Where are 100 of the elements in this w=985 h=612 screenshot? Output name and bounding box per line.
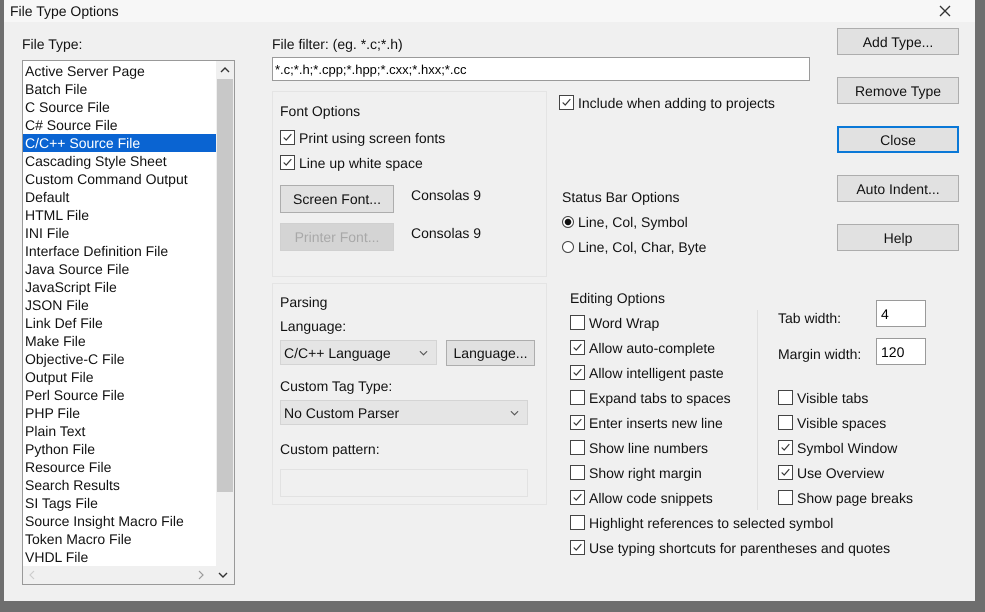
checkbox[interactable] (570, 540, 585, 555)
checkbox[interactable] (778, 390, 793, 405)
checkbox[interactable] (570, 440, 585, 455)
language-dropdown[interactable]: C/C++ Language (280, 340, 437, 365)
checkbox[interactable] (570, 390, 585, 405)
checkmark-icon (572, 492, 583, 503)
list-item[interactable]: Objective-C File (23, 350, 216, 368)
list-item[interactable]: Make File (23, 332, 216, 350)
list-item[interactable]: JSON File (23, 296, 216, 314)
checkbox[interactable] (570, 365, 585, 380)
checkmark-icon (572, 417, 583, 428)
checkmark-icon (572, 367, 583, 378)
dropdown-caret-icon (419, 350, 428, 356)
list-item[interactable]: PHP File (23, 404, 216, 422)
checkbox[interactable] (570, 465, 585, 480)
list-item[interactable]: Token Macro File (23, 530, 216, 548)
language-label: Language: (280, 318, 348, 334)
checkbox[interactable] (280, 155, 295, 170)
list-item[interactable]: Python File (23, 440, 216, 458)
horizontal-scrollbar[interactable] (23, 566, 234, 584)
checkbox-label: Visible spaces (797, 414, 886, 430)
checkbox-label: Enter inserts new line (589, 414, 723, 430)
number-field[interactable]: 120 (876, 338, 926, 365)
list-item[interactable]: Default (23, 188, 216, 206)
list-item[interactable]: Plain Text (23, 422, 216, 440)
checkbox[interactable] (778, 415, 793, 430)
list-item[interactable]: Output File (23, 368, 216, 386)
list-item[interactable]: C/C++ Source File (23, 134, 216, 152)
checkbox[interactable] (570, 490, 585, 505)
radio-label: Line, Col, Char, Byte (578, 238, 706, 254)
dropdown-caret-icon (510, 410, 519, 416)
checkbox-label: Print using screen fonts (299, 130, 446, 146)
dialog-button[interactable]: Remove Type (837, 77, 959, 104)
radio-button[interactable] (562, 216, 574, 228)
field-label: Tab width: (778, 310, 842, 326)
number-field[interactable]: 4 (876, 300, 926, 327)
list-item[interactable]: Java Source File (23, 260, 216, 278)
file-filter-label: File filter: (eg. *.c;*.h) (272, 36, 404, 52)
checkbox-label: Show right margin (589, 464, 702, 480)
checkbox-label: Use Overview (797, 464, 884, 480)
list-item[interactable]: SI Tags File (23, 494, 216, 512)
checkbox-label: Line up white space (299, 154, 423, 170)
checkmark-icon (780, 467, 791, 478)
checkbox[interactable] (778, 490, 793, 505)
list-item[interactable]: Source Insight Macro File (23, 512, 216, 530)
font-name: Consolas 9 (411, 225, 482, 241)
list-item[interactable]: Perl Source File (23, 386, 216, 404)
custom-tag-dropdown[interactable]: No Custom Parser (280, 400, 528, 425)
list-item[interactable]: C Source File (23, 98, 216, 116)
checkbox-label: Show line numbers (589, 440, 708, 456)
dialog-button[interactable]: Help (837, 224, 959, 251)
list-item[interactable]: INI File (23, 224, 216, 242)
group-title: Parsing (280, 294, 328, 310)
list-item[interactable]: Search Results (23, 476, 216, 494)
file-type-label: File Type: (22, 36, 84, 52)
checkbox-label: Include when adding to projects (578, 94, 775, 110)
checkbox[interactable] (570, 415, 585, 430)
checkbox-label: Allow intelligent paste (589, 364, 724, 380)
list-item[interactable]: Custom Command Output (23, 170, 216, 188)
list-item[interactable]: VHDL File (23, 548, 216, 566)
file-filter-field[interactable]: *.c;*.h;*.cpp;*.hpp;*.cxx;*.hxx;*.cc (272, 57, 810, 81)
dialog-button[interactable]: Add Type... (837, 28, 959, 55)
checkbox-label: Visible tabs (797, 390, 868, 406)
checkbox[interactable] (559, 95, 574, 110)
checkbox[interactable] (570, 515, 585, 530)
list-item[interactable]: Active Server Page (23, 62, 216, 80)
checkbox-label: Expand tabs to spaces (589, 390, 731, 406)
list-item[interactable]: Batch File (23, 80, 216, 98)
dialog-button[interactable]: Auto Indent... (837, 175, 959, 202)
checkbox[interactable] (778, 440, 793, 455)
checkbox[interactable] (570, 340, 585, 355)
checkmark-icon (572, 342, 583, 353)
dialog-button[interactable]: Close (837, 126, 959, 153)
checkbox[interactable] (570, 315, 585, 330)
font-button[interactable]: Screen Font... (280, 185, 394, 213)
checkbox[interactable] (280, 130, 295, 145)
checkmark-icon (572, 542, 583, 553)
checkmark-icon (282, 132, 293, 143)
language-button[interactable]: Language... (446, 340, 535, 366)
list-item[interactable]: HTML File (23, 206, 216, 224)
checkbox-label: Word Wrap (589, 314, 660, 330)
checkbox-label: Allow auto-complete (589, 340, 716, 356)
group-title: Font Options (280, 103, 362, 119)
checkbox[interactable] (778, 465, 793, 480)
checkbox-label: Allow code snippets (589, 490, 713, 506)
font-name: Consolas 9 (411, 187, 482, 203)
list-item[interactable]: Resource File (23, 458, 216, 476)
list-item[interactable]: JavaScript File (23, 278, 216, 296)
list-item[interactable]: Cascading Style Sheet (23, 152, 216, 170)
radio-button[interactable] (562, 240, 574, 252)
list-item[interactable]: Interface Definition File (23, 242, 216, 260)
group-title: Status Bar Options (562, 189, 681, 205)
checkbox-label: Show page breaks (797, 490, 913, 506)
list-item[interactable]: Link Def File (23, 314, 216, 332)
vertical-scrollbar[interactable] (216, 61, 234, 566)
scroll-down-icon[interactable] (218, 572, 228, 578)
list-item[interactable]: C# Source File (23, 116, 216, 134)
checkmark-icon (561, 97, 572, 108)
scroll-up-icon[interactable] (220, 67, 230, 73)
close-icon[interactable] (939, 5, 951, 17)
